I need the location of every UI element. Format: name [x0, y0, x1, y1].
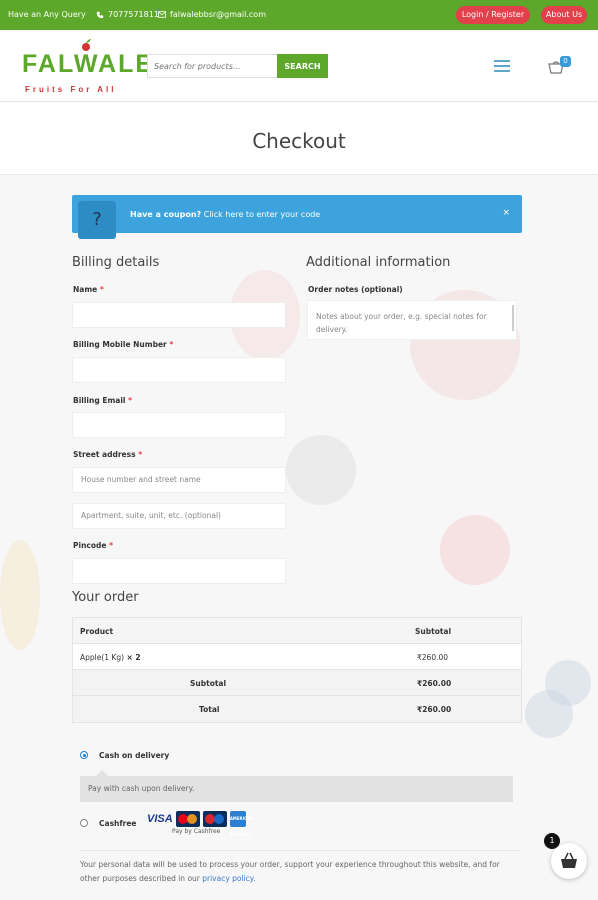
table-header-row: Product Subtotal [73, 618, 521, 644]
coupon-link[interactable]: Click here to enter your code [204, 210, 320, 219]
pincode-field[interactable] [72, 558, 286, 584]
background-fruit-decoration [0, 540, 40, 650]
item-name: Apple(1 Kg) × 2 [80, 653, 141, 662]
top-bar: Have an Any Query 7077571811 falwalebbsr… [0, 0, 598, 30]
basket-icon [561, 852, 577, 868]
coupon-message: Have a coupon? Click here to enter your … [130, 210, 320, 219]
close-icon[interactable]: × [502, 208, 510, 218]
coupon-prompt: Have a coupon? [130, 210, 202, 219]
cashfree-caption: Pay by Cashfree [172, 828, 221, 835]
email-field[interactable] [72, 412, 286, 438]
mobile-label: Billing Mobile Number * [73, 340, 174, 349]
mobile-field[interactable] [72, 357, 286, 383]
subtotal-value: ₹260.00 [417, 679, 452, 688]
mastercard-icon [175, 811, 200, 827]
background-fruit-decoration [286, 435, 356, 505]
order-notes-label: Order notes (optional) [308, 285, 403, 294]
hamburger-menu-icon[interactable] [494, 60, 510, 72]
logo[interactable]: FALWALE [22, 50, 154, 79]
amex-logo: AMERICAN EXPRESS [229, 811, 253, 837]
query-text: Have an Any Query [8, 10, 86, 19]
question-icon: ? [78, 201, 116, 239]
privacy-text: Your personal data will be used to proce… [80, 860, 500, 883]
your-order-heading: Your order [72, 590, 139, 605]
cart-count-badge: 0 [560, 56, 571, 67]
maestro-icon [202, 811, 227, 827]
search-button[interactable]: SEARCH [277, 54, 328, 78]
floating-cart-button[interactable] [551, 843, 587, 879]
cod-label[interactable]: Cash on delivery [99, 751, 169, 760]
card-logos: VISA AMERICAN EXPRESS [147, 811, 253, 837]
divider [80, 850, 521, 851]
site-header: FALWALE Fruits For All SEARCH 0 [0, 30, 598, 102]
search-input[interactable] [147, 54, 277, 78]
apartment-field[interactable]: Apartment, suite, unit, etc. (optional) [72, 503, 286, 529]
name-field[interactable] [72, 302, 286, 328]
email-label: Billing Email * [73, 396, 133, 405]
background-fruit-decoration [440, 515, 510, 585]
floating-cart-count: 1 [544, 833, 560, 849]
coupon-notice: ? Have a coupon? Click here to enter you… [72, 195, 522, 239]
visa-logo: VISA [147, 813, 173, 825]
page-title-band: Checkout [0, 103, 598, 175]
item-subtotal: ₹260.00 [417, 653, 449, 662]
order-notes-placeholder: Notes about your order, e.g. special not… [316, 312, 487, 334]
email-contact[interactable]: falwalebbsr@gmail.com [158, 10, 266, 19]
phone-number: 7077571811 [108, 10, 159, 19]
cashfree-label[interactable]: Cashfree [99, 819, 137, 828]
login-register-button[interactable]: Login / Register [456, 6, 530, 24]
apple-leaf-icon [82, 39, 91, 51]
cashfree-radio[interactable] [80, 819, 88, 827]
cod-radio[interactable] [80, 751, 88, 759]
billing-heading: Billing details [72, 255, 160, 270]
order-notes-field[interactable]: Notes about your order, e.g. special not… [307, 300, 517, 340]
email-address: falwalebbsr@gmail.com [170, 10, 266, 19]
order-table: Product Subtotal Apple(1 Kg) × 2 ₹260.00… [72, 617, 522, 723]
street-address-field[interactable]: House number and street name [72, 467, 286, 493]
pincode-label: Pincode * [73, 541, 114, 550]
subtotal-label: Subtotal [190, 679, 227, 688]
logo-tagline: Fruits For All [25, 85, 117, 94]
table-row: Apple(1 Kg) × 2 ₹260.00 [73, 644, 521, 670]
privacy-policy-link[interactable]: privacy policy. [202, 874, 255, 883]
subtotal-row: Subtotal ₹260.00 [73, 670, 521, 696]
privacy-notice: Your personal data will be used to proce… [80, 858, 500, 886]
column-header-product: Product [80, 627, 114, 636]
total-row: Total ₹260.00 [73, 696, 521, 722]
phone-contact[interactable]: 7077571811 [96, 10, 159, 19]
envelope-icon [158, 11, 166, 18]
background-fruit-decoration [545, 660, 591, 706]
total-value: ₹260.00 [417, 705, 452, 714]
about-us-button[interactable]: About Us [541, 6, 587, 24]
phone-icon [96, 11, 104, 18]
street-address-label: Street address * [73, 450, 143, 459]
cod-description: Pay with cash upon delivery. [80, 770, 513, 802]
page-title: Checkout [252, 129, 346, 153]
column-header-subtotal: Subtotal [415, 627, 452, 636]
total-label: Total [199, 705, 220, 714]
additional-info-heading: Additional information [306, 255, 451, 270]
name-label: Name * [73, 285, 104, 294]
notes-scrollbar[interactable] [512, 305, 514, 331]
